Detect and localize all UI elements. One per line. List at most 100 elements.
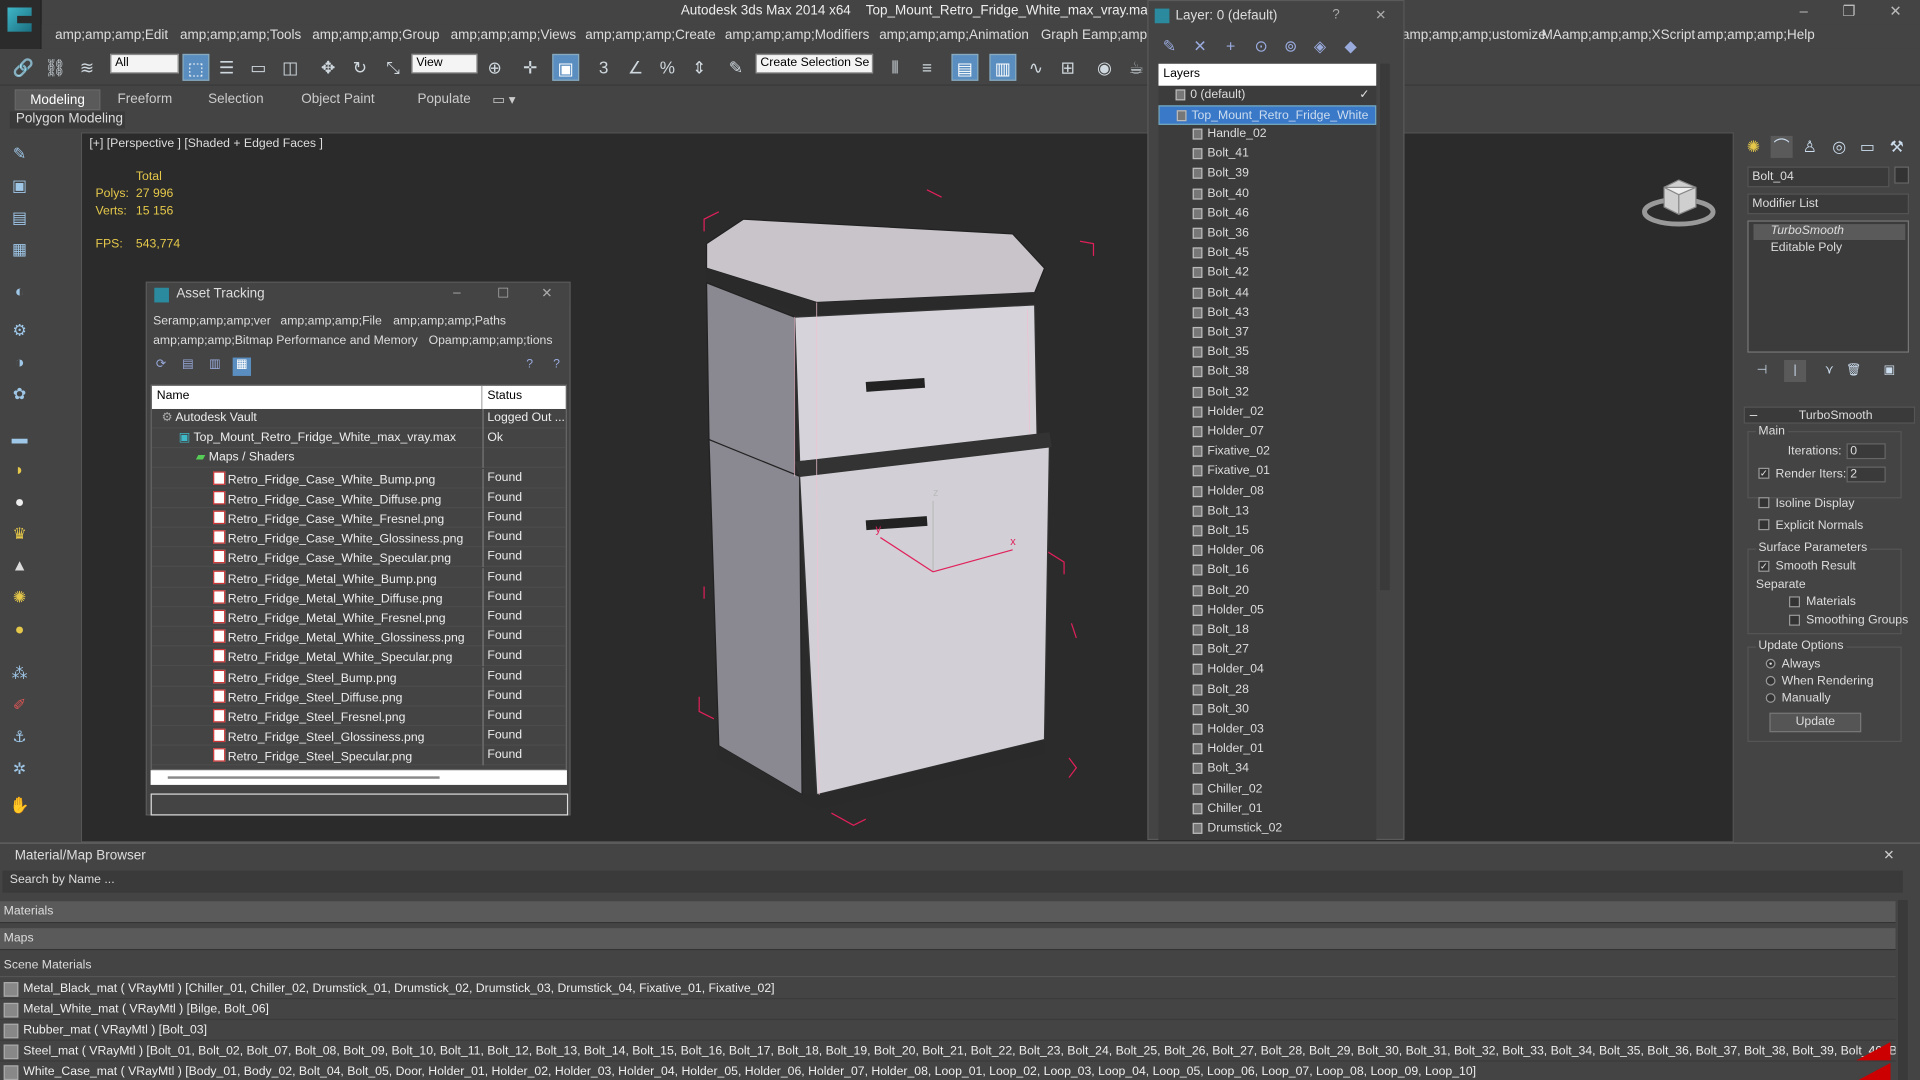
- tool-icon-11[interactable]: ●: [7, 490, 31, 514]
- layer-object-item[interactable]: Bolt_30: [1158, 700, 1376, 720]
- window-crossing-icon[interactable]: ◫: [277, 54, 304, 81]
- asset-help-icon[interactable]: ?: [520, 358, 538, 376]
- tool-icon-4[interactable]: ▦: [7, 238, 31, 262]
- layer-close-button[interactable]: ✕: [1375, 7, 1386, 24]
- unlink-icon[interactable]: ⛓: [42, 54, 69, 81]
- modify-tab-icon[interactable]: ⌒: [1770, 135, 1793, 158]
- layer-object-item[interactable]: Holder_04: [1158, 660, 1376, 680]
- layer-object-item[interactable]: Bolt_28: [1158, 680, 1376, 700]
- asset-menu-file[interactable]: amp;amp;amp;File: [280, 315, 381, 328]
- refresh-icon[interactable]: ⟳: [152, 358, 170, 376]
- keyboard-shortcut-override-icon[interactable]: ▣: [552, 53, 580, 81]
- layer-fridge[interactable]: Top_Mount_Retro_Fridge_White: [1158, 105, 1377, 125]
- layer-object-item[interactable]: Bolt_34: [1158, 760, 1376, 780]
- layer-object-item[interactable]: Holder_05: [1158, 601, 1376, 621]
- curve-editor-icon[interactable]: ∿: [1022, 54, 1049, 81]
- mirror-icon[interactable]: ⫴: [882, 54, 909, 81]
- layer-object-item[interactable]: Holder_02: [1158, 403, 1376, 423]
- move-icon[interactable]: ✥: [315, 54, 342, 81]
- asset-row[interactable]: ⚙ Autodesk Vault Logged Out ...: [151, 408, 566, 429]
- rotate-icon[interactable]: ↻: [347, 54, 374, 81]
- smooth-result-checkbox[interactable]: ✓: [1758, 560, 1770, 572]
- layer-object-item[interactable]: Bolt_27: [1158, 641, 1376, 661]
- asset-row[interactable]: ▰ Maps / Shaders: [151, 448, 566, 469]
- update-manually-radio[interactable]: [1765, 693, 1776, 703]
- layer-scrollbar[interactable]: [1380, 63, 1390, 591]
- hierarchy-tab-icon[interactable]: ♙: [1799, 136, 1821, 158]
- asset-menu-options[interactable]: Opamp;amp;amp;tions: [429, 334, 553, 347]
- named-selection-dropdown[interactable]: Create Selection Se: [755, 53, 874, 74]
- asset-row[interactable]: Retro_Fridge_Steel_Fresnel.png Found: [151, 706, 566, 727]
- layer-object-item[interactable]: Bolt_40: [1158, 184, 1376, 204]
- layer-object-item[interactable]: Bolt_42: [1158, 264, 1376, 284]
- menu-create[interactable]: amp;amp;amp;Create: [585, 28, 715, 43]
- col-name-header[interactable]: Name: [151, 385, 483, 409]
- select-object-icon[interactable]: ⬚: [182, 53, 210, 81]
- tool-icon-13[interactable]: ▲: [7, 553, 31, 577]
- menu-maxscript[interactable]: MAamp;amp;amp;XScript: [1542, 28, 1695, 43]
- layer-object-item[interactable]: Holder_07: [1158, 422, 1376, 442]
- section-scene-materials[interactable]: Scene Materials: [0, 955, 1896, 978]
- tab-selection[interactable]: Selection: [196, 89, 276, 110]
- thumbnail-view-icon[interactable]: ▥: [206, 358, 224, 376]
- tool-icon-17[interactable]: ✐: [7, 693, 31, 717]
- create-tab-icon[interactable]: ✺: [1742, 136, 1764, 158]
- motion-tab-icon[interactable]: ◎: [1828, 136, 1850, 158]
- layer-object-item[interactable]: Holder_06: [1158, 541, 1376, 561]
- layer-help-button[interactable]: ?: [1332, 7, 1340, 22]
- link-icon[interactable]: 🔗: [10, 54, 37, 81]
- asset-horizontal-scrollbar[interactable]: [150, 770, 567, 785]
- tool-icon-9[interactable]: ▬: [7, 426, 31, 450]
- asset-row[interactable]: Retro_Fridge_Metal_White_Specular.png Fou…: [151, 647, 566, 667]
- pin-stack-icon[interactable]: ⊣: [1751, 360, 1773, 382]
- section-maps[interactable]: Maps: [0, 928, 1896, 951]
- layer-panel-titlebar[interactable]: Layer: 0 (default) ? ✕: [1148, 1, 1404, 31]
- asset-info-icon[interactable]: ?: [547, 358, 565, 376]
- menu-modifiers[interactable]: amp;amp;amp;Modifiers: [725, 28, 869, 43]
- table-view-icon[interactable]: ▦: [232, 357, 252, 376]
- asset-row[interactable]: Retro_Fridge_Case_White_Glossiness.png Fo…: [151, 527, 566, 548]
- object-color-swatch[interactable]: [1894, 166, 1909, 184]
- tool-icon-16[interactable]: ⁂: [7, 661, 31, 685]
- select-by-name-icon[interactable]: ☰: [213, 54, 240, 81]
- tool-icon-14[interactable]: ✺: [7, 585, 31, 609]
- update-button[interactable]: Update: [1769, 712, 1862, 733]
- layer-object-item[interactable]: Bolt_37: [1158, 323, 1376, 343]
- layer-object-item[interactable]: Fixative_01: [1158, 462, 1376, 482]
- tool-icon-10[interactable]: ◗: [7, 458, 31, 482]
- layer-object-item[interactable]: Bolt_32: [1158, 383, 1376, 403]
- asset-row[interactable]: Retro_Fridge_Metal_White_Diffuse.png Foun…: [151, 587, 566, 608]
- menu-animation[interactable]: amp;amp;amp;Animation: [879, 28, 1029, 43]
- percent-snap-icon[interactable]: %: [654, 54, 681, 81]
- asset-row[interactable]: Retro_Fridge_Case_White_Diffuse.png Found: [151, 488, 566, 508]
- tool-icon-3[interactable]: ▤: [7, 206, 31, 230]
- tool-icon-19[interactable]: ✲: [7, 757, 31, 781]
- tab-modeling[interactable]: Modeling: [14, 89, 101, 111]
- asset-row[interactable]: Retro_Fridge_Steel_Glossiness.png Found: [151, 726, 566, 746]
- layer-object-item[interactable]: Bolt_36: [1158, 224, 1376, 244]
- layer-object-item[interactable]: Bolt_41: [1158, 145, 1376, 165]
- layer-object-item[interactable]: Bolt_16: [1158, 561, 1376, 581]
- object-name-field[interactable]: Bolt_04: [1747, 166, 1890, 188]
- layer-object-item[interactable]: Bolt_45: [1158, 244, 1376, 264]
- display-tab-icon[interactable]: ▭: [1856, 136, 1878, 158]
- stack-turbosmooth[interactable]: TurboSmooth: [1753, 224, 1906, 241]
- stack-editable-poly[interactable]: Editable Poly: [1753, 241, 1905, 257]
- tool-icon-20[interactable]: ✋: [7, 793, 31, 817]
- spinner-snap-icon[interactable]: ⇕: [686, 54, 713, 81]
- render-iters-spinner[interactable]: 2: [1846, 466, 1886, 483]
- tab-populate[interactable]: Populate: [405, 89, 483, 110]
- asset-menu-server[interactable]: Seramp;amp;amp;ver: [153, 315, 271, 328]
- tool-icon-18[interactable]: ⚓: [7, 725, 31, 749]
- material-browser-scrollbar[interactable]: [1897, 900, 1908, 1080]
- asset-row[interactable]: Retro_Fridge_Case_White_Bump.png Found: [151, 468, 566, 489]
- asset-row[interactable]: Retro_Fridge_Case_White_Fresnel.png Found: [151, 508, 566, 528]
- tool-icon-5[interactable]: ◐: [7, 279, 31, 303]
- asset-row[interactable]: Retro_Fridge_Metal_White_Fresnel.png Foun…: [151, 607, 566, 627]
- material-editor-icon[interactable]: ◉: [1091, 54, 1118, 81]
- layer-object-item[interactable]: Handle_02: [1158, 125, 1376, 145]
- layer-object-item[interactable]: Bolt_39: [1158, 165, 1376, 185]
- layer-object-item[interactable]: Bolt_46: [1158, 204, 1376, 224]
- maximize-button[interactable]: ❐: [1837, 2, 1861, 19]
- layer-object-item[interactable]: Bolt_38: [1158, 363, 1376, 383]
